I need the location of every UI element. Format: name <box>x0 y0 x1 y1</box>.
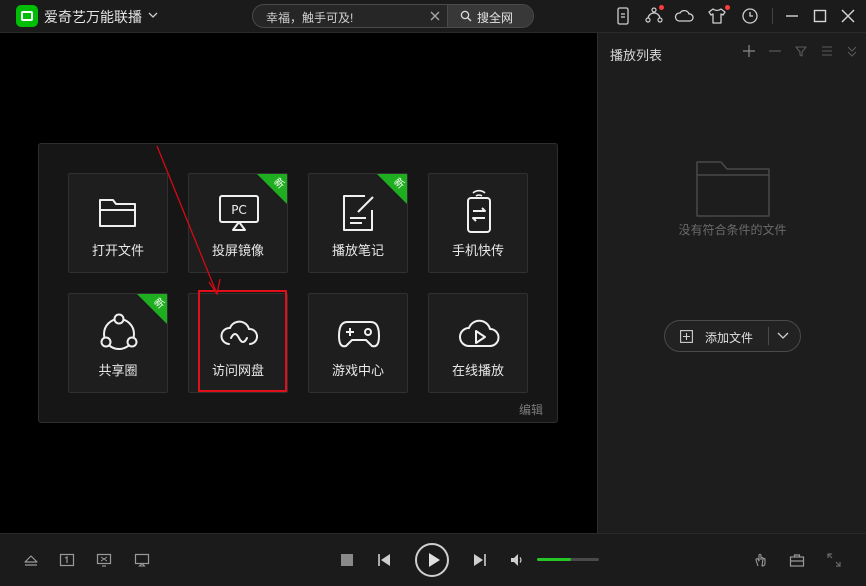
collapse-icon[interactable] <box>845 44 859 58</box>
eject-icon[interactable] <box>23 552 39 568</box>
toolbox-icon[interactable] <box>789 552 805 568</box>
maximize-icon[interactable] <box>809 5 831 27</box>
stop-icon[interactable] <box>339 552 355 568</box>
divider <box>772 8 773 24</box>
playlist-title: 播放列表 <box>610 48 663 63</box>
cast-pc-icon[interactable] <box>134 552 150 568</box>
hand-gesture-icon[interactable] <box>753 552 769 568</box>
notification-dot <box>725 5 730 10</box>
search-all-button[interactable]: 搜全网 <box>447 5 533 27</box>
volume-slider[interactable] <box>537 558 599 561</box>
search-icon <box>460 10 472 22</box>
clear-icon[interactable] <box>429 10 441 22</box>
tile-label: 共享圈 <box>98 363 138 378</box>
play-icon <box>429 553 440 567</box>
next-icon[interactable] <box>472 552 488 568</box>
tile-label: 手机快传 <box>451 243 504 258</box>
tile-game-center[interactable]: 游戏中心 <box>308 293 408 393</box>
tile-screen-mirror[interactable]: PC 投屏镜像 新 <box>188 173 288 273</box>
tile-label: 播放笔记 <box>331 243 384 258</box>
clock-icon[interactable] <box>739 5 761 27</box>
cloud-play-icon <box>459 319 500 347</box>
empty-text: 没有符合条件的文件 <box>678 223 787 237</box>
tile-open-file[interactable]: 打开文件 <box>68 173 168 273</box>
tile-label: 在线播放 <box>451 363 504 378</box>
gamepad-icon <box>338 321 380 348</box>
tile-play-notes[interactable]: 播放笔记 新 <box>308 173 408 273</box>
add-file-icon <box>680 330 693 343</box>
edit-link[interactable]: 编辑 <box>519 401 543 418</box>
app-title[interactable]: 爱奇艺万能联播 <box>44 7 142 27</box>
tile-label: 打开文件 <box>91 243 144 258</box>
highlight-box <box>198 290 287 392</box>
phone-sync-icon[interactable] <box>612 5 634 27</box>
minimize-icon[interactable] <box>781 5 803 27</box>
cloud-icon[interactable] <box>674 5 696 27</box>
empty-folder-icon <box>696 161 770 217</box>
add-file-button[interactable]: 添加文件 <box>664 320 801 352</box>
divider <box>768 327 769 345</box>
tile-online-play[interactable]: 在线播放 <box>428 293 528 393</box>
phone-transfer-icon <box>467 189 491 233</box>
previous-icon[interactable] <box>376 552 392 568</box>
screen-record-icon[interactable] <box>96 552 112 568</box>
note-icon <box>343 195 374 231</box>
play-button[interactable] <box>415 543 449 577</box>
add-file-label: 添加文件 <box>705 331 754 345</box>
volume-icon[interactable] <box>509 552 525 568</box>
add-icon[interactable] <box>742 44 756 58</box>
search-input[interactable]: 幸福，触手可及! <box>266 9 353 26</box>
search-box: 幸福，触手可及! 搜全网 <box>252 4 534 28</box>
search-all-button-label: 搜全网 <box>477 11 514 25</box>
screen-mirror-icon: PC <box>219 195 259 231</box>
share-circle-icon <box>100 313 138 350</box>
close-icon[interactable] <box>837 5 859 27</box>
pc-label: PC <box>231 203 247 217</box>
remove-icon[interactable] <box>768 44 782 58</box>
volume-level <box>537 558 572 561</box>
tile-share-circle[interactable]: 共享圈 新 <box>68 293 168 393</box>
list-mode-icon[interactable] <box>820 44 834 58</box>
tile-phone-transfer[interactable]: 手机快传 <box>428 173 528 273</box>
filter-icon[interactable] <box>794 44 808 58</box>
title-bar: 爱奇艺万能联播 幸福，触手可及! 搜全网 <box>0 0 866 33</box>
app-logo-icon <box>16 5 38 27</box>
tile-label: 游戏中心 <box>331 363 384 378</box>
notification-dot <box>659 5 664 10</box>
fullscreen-icon[interactable] <box>826 552 842 568</box>
home-panel: 打开文件 PC 投屏镜像 新 播放笔记 新 手机快传 共享圈 新 访问网盘 游戏… <box>38 143 558 423</box>
tile-label: 投屏镜像 <box>211 243 264 258</box>
player-control-bar <box>0 533 866 586</box>
subtitle-icon[interactable] <box>59 552 75 568</box>
folder-icon <box>99 199 136 227</box>
playlist-panel: 播放列表 没有符合条件的文件 添加文件 <box>597 33 866 533</box>
chevron-down-icon[interactable] <box>776 330 790 342</box>
chevron-down-icon[interactable] <box>147 9 159 21</box>
